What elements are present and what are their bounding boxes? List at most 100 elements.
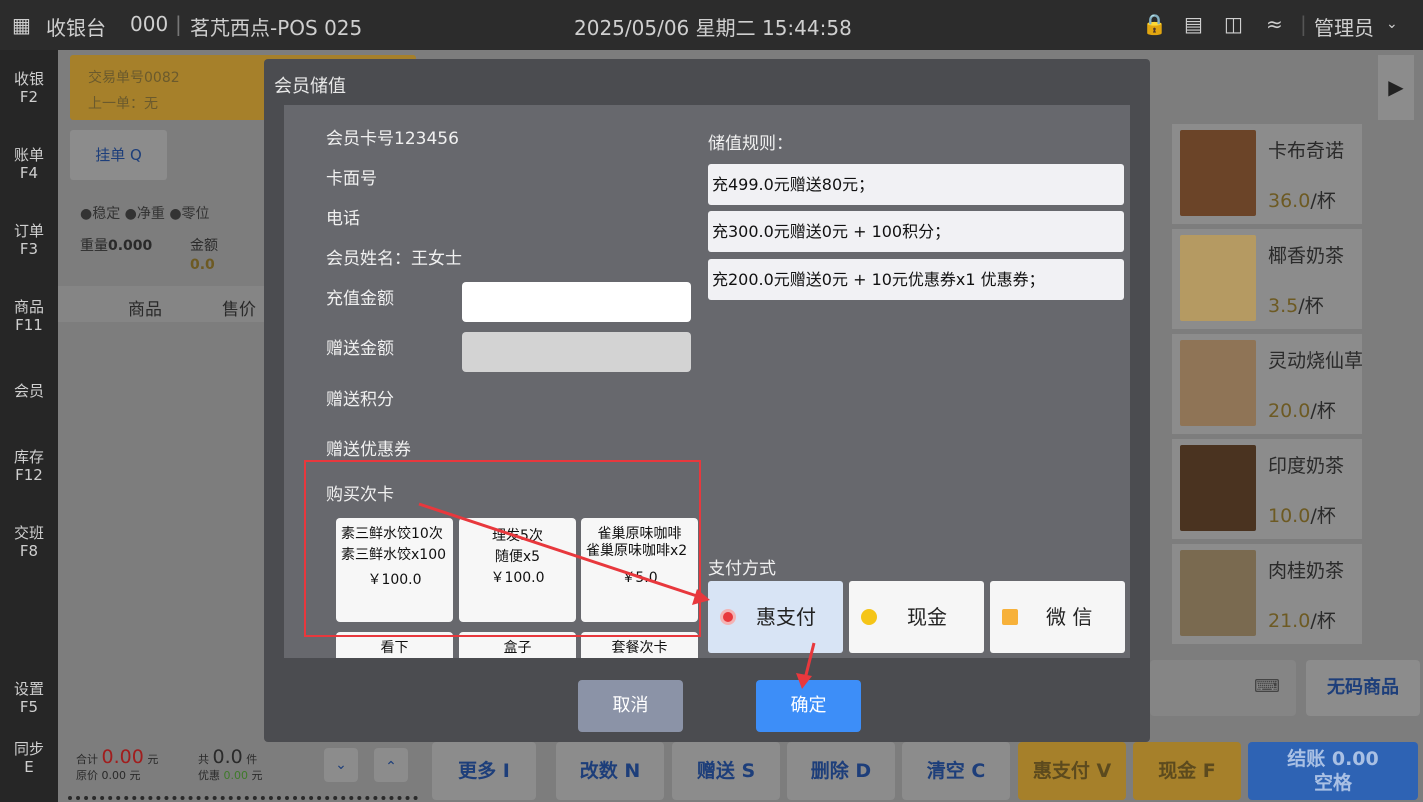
sidebar-item-label: 同步 xyxy=(13,740,44,758)
sidebar-item-key: E xyxy=(24,758,34,776)
product-image xyxy=(1180,550,1256,636)
wifi-icon: ≈ xyxy=(1266,12,1283,36)
next-category-button[interactable]: ▶ xyxy=(1378,55,1414,120)
price-value: 20.0 xyxy=(1268,400,1311,422)
divider: | xyxy=(175,12,182,36)
checkout-button[interactable]: 结账 0.00 空格 xyxy=(1248,742,1418,800)
product-image xyxy=(1180,130,1256,216)
product-price: 10.0/杯 xyxy=(1268,501,1336,528)
weight-label-text: 重量 xyxy=(80,238,108,254)
sidebar-item-key: F5 xyxy=(19,698,39,716)
price-unit: /杯 xyxy=(1310,190,1336,212)
sidebar-item-key: F12 xyxy=(15,466,43,484)
product-price: 20.0/杯 xyxy=(1268,396,1336,423)
gift-button[interactable]: 赠送 S xyxy=(672,742,780,800)
sidebar-item-key: F11 xyxy=(15,316,43,334)
product-name: 肉桂奶茶 xyxy=(1268,560,1345,582)
sidebar-item-settings[interactable]: 设置 F5 xyxy=(0,680,58,716)
product-card[interactable]: 卡布奇诺 36.0/杯 xyxy=(1172,124,1362,224)
keyboard-icon[interactable]: ⌨ xyxy=(1254,676,1280,697)
product-name: 卡布奇诺 xyxy=(1268,140,1345,162)
sidebar-item-label: 设置 xyxy=(13,680,44,698)
user-menu[interactable]: 管理员 xyxy=(1314,12,1374,41)
product-image xyxy=(1180,235,1256,321)
barcode-input[interactable]: ⌨ xyxy=(1150,660,1296,716)
sidebar-item-cashier[interactable]: 收银 F2 xyxy=(0,70,58,106)
count-unit: 件 xyxy=(246,753,258,766)
sidebar-item-shift[interactable]: 交班 F8 xyxy=(0,524,58,560)
product-image xyxy=(1180,340,1256,426)
product-price: 21.0/杯 xyxy=(1268,606,1336,633)
price-unit: /杯 xyxy=(1298,295,1324,317)
price-value: 36.0 xyxy=(1268,190,1311,212)
delete-button[interactable]: 删除 D xyxy=(787,742,895,800)
sidebar-item-label: 会员 xyxy=(13,382,44,400)
product-image xyxy=(1180,445,1256,531)
zero-indicator: ●零位 xyxy=(169,206,210,222)
sidebar-item-label: 订单 xyxy=(13,222,44,240)
checkout-key: 空格 xyxy=(1313,772,1352,794)
sidebar-item-key: F2 xyxy=(19,88,39,106)
arrow-line xyxy=(418,502,701,599)
sidebar-item-label: 收银 xyxy=(13,70,44,88)
product-card[interactable]: 椰香奶茶 3.5/杯 xyxy=(1172,229,1362,329)
product-card[interactable]: 灵动烧仙草 20.0/杯 xyxy=(1172,334,1364,434)
change-qty-button[interactable]: 改数 N xyxy=(556,742,664,800)
grid-menu-icon[interactable]: ▦ xyxy=(12,13,31,37)
app-title: 收银台 xyxy=(46,16,106,40)
count-label: 共 xyxy=(198,753,209,766)
price-value: 21.0 xyxy=(1268,610,1311,632)
price-unit: /杯 xyxy=(1310,400,1336,422)
datetime: 2025/05/06 星期二 15:44:58 xyxy=(574,16,852,40)
annotation-arrows xyxy=(418,502,816,689)
arrow-head xyxy=(692,589,710,605)
product-card[interactable]: 肉桂奶茶 21.0/杯 xyxy=(1172,544,1362,644)
sidebar-item-label: 账单 xyxy=(13,146,44,164)
scroll-up-button[interactable]: ⌃ xyxy=(374,748,408,782)
sidebar: 收银 F2 账单 F4 订单 F3 商品 F11 会员 库存 F12 交班 F8 设置 F5 … xyxy=(0,50,58,802)
orig-row: 原价 0.00 元 xyxy=(76,767,141,783)
sidebar-item-key: F8 xyxy=(19,542,39,560)
sidebar-item-sync[interactable]: 同步 E xyxy=(0,740,58,776)
sidebar-item-orders[interactable]: 订单 F3 xyxy=(0,222,58,258)
product-name: 灵动烧仙草 xyxy=(1268,350,1364,372)
hold-order-button[interactable]: 挂单 Q xyxy=(70,130,167,180)
sidebar-item-stock[interactable]: 库存 F12 xyxy=(0,448,58,484)
checkout-label: 结账 0.00 xyxy=(1287,748,1379,770)
sidebar-item-member[interactable]: 会员 xyxy=(0,382,58,400)
discount-unit: 元 xyxy=(251,769,263,782)
more-button[interactable]: 更多 I xyxy=(432,742,536,800)
col-goods: 商品 xyxy=(128,300,162,320)
sidebar-item-key: F3 xyxy=(19,240,39,258)
no-code-product-button[interactable]: 无码商品 xyxy=(1306,660,1420,716)
lock-icon[interactable]: 🔒 xyxy=(1142,12,1167,36)
clear-button[interactable]: 清空 C xyxy=(902,742,1010,800)
orig-unit: 元 xyxy=(129,769,141,782)
arrow-line xyxy=(803,642,816,680)
count-row: 共 0.0 件 xyxy=(198,746,257,768)
price-unit: /杯 xyxy=(1310,505,1336,527)
product-card[interactable]: 印度奶茶 10.0/杯 xyxy=(1172,439,1362,539)
hui-pay-button[interactable]: 惠支付 V xyxy=(1018,742,1126,800)
orig-value: 0.00 xyxy=(101,769,127,782)
net-indicator: ●净重 xyxy=(124,206,165,222)
chevron-down-icon[interactable]: ⌄ xyxy=(1386,16,1398,32)
total-value: 0.00 xyxy=(101,746,144,768)
sidebar-item-bills[interactable]: 账单 F4 xyxy=(0,146,58,182)
sidebar-item-label: 交班 xyxy=(13,524,44,542)
price-unit: /杯 xyxy=(1310,610,1336,632)
store-pos-name: 茗芃西点-POS 025 xyxy=(190,16,363,40)
discount-row: 优惠 0.00 元 xyxy=(198,767,263,783)
product-price: 36.0/杯 xyxy=(1268,186,1336,213)
col-price: 售价 xyxy=(222,300,256,320)
screen-icon[interactable]: ◫ xyxy=(1224,12,1243,36)
product-price: 3.5/杯 xyxy=(1268,291,1324,318)
sidebar-item-goods[interactable]: 商品 F11 xyxy=(0,298,58,334)
price-value: 10.0 xyxy=(1268,505,1311,527)
cash-button[interactable]: 现金 F xyxy=(1133,742,1241,800)
receipt-icon[interactable]: ▤ xyxy=(1184,12,1203,36)
scroll-down-button[interactable]: ⌄ xyxy=(324,748,358,782)
price-value: 3.5 xyxy=(1268,295,1299,317)
total-unit: 元 xyxy=(147,753,159,766)
amount-value: 0.0 xyxy=(190,257,215,273)
